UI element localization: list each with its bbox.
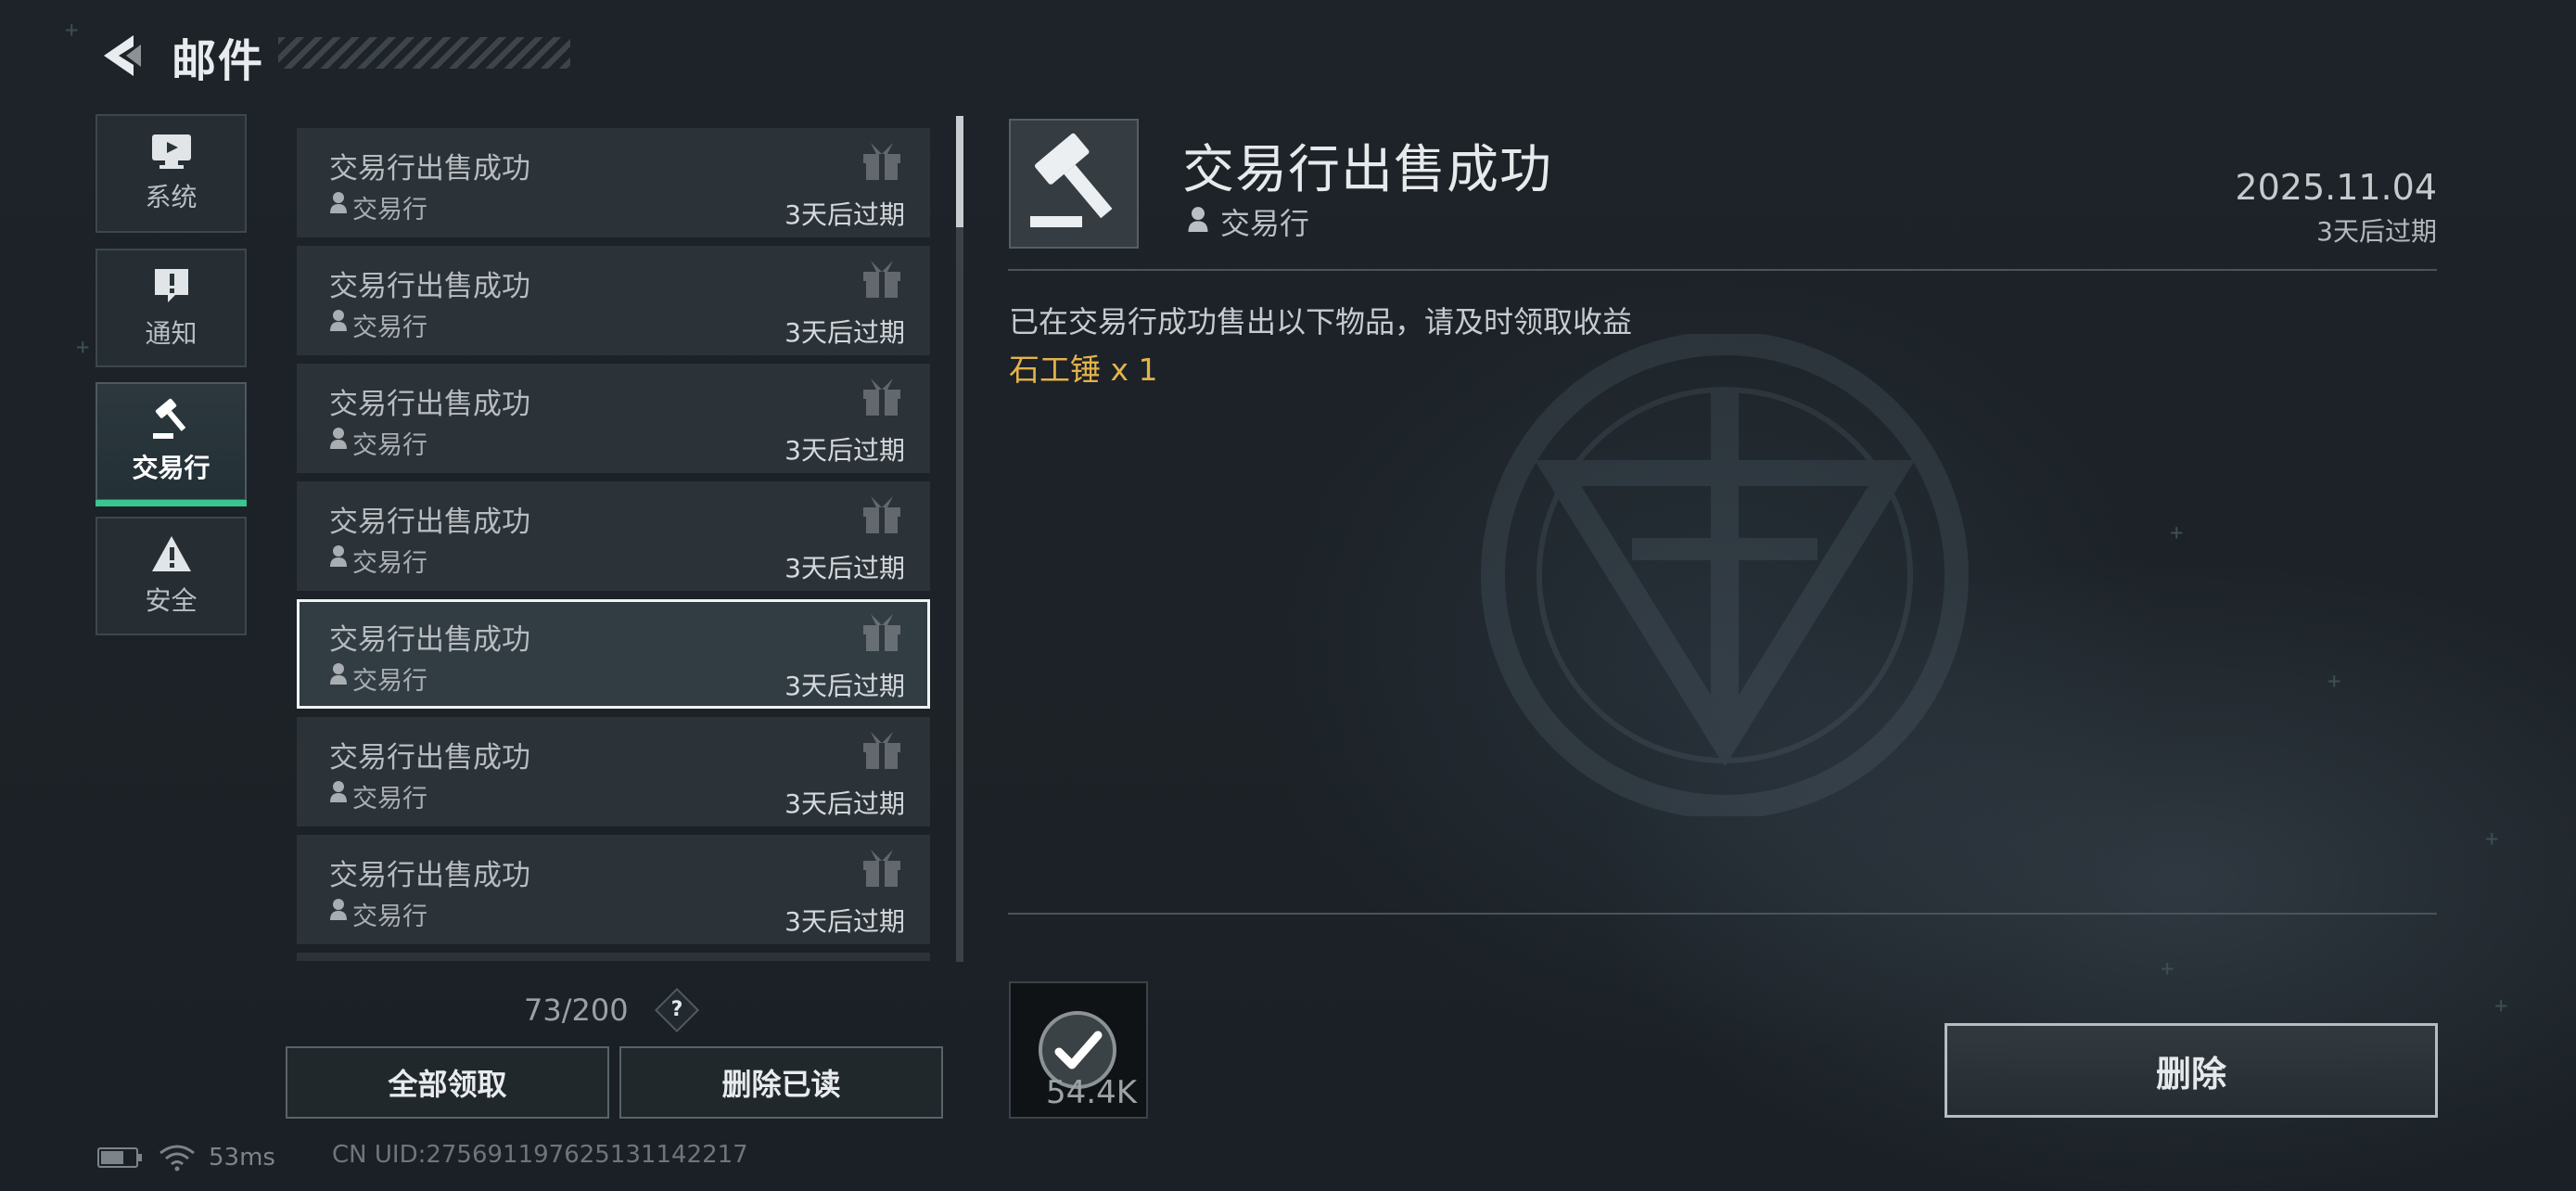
- divider: [1008, 913, 2437, 915]
- back-arrow-icon: [104, 35, 141, 76]
- mail-sender: 交易行: [352, 667, 427, 696]
- mail-expire: 3天后过期: [784, 317, 905, 348]
- category-label: 安全: [145, 585, 198, 616]
- battery-icon: [97, 1147, 142, 1168]
- claim-all-button[interactable]: 全部领取: [286, 1046, 609, 1119]
- mail-detail-body: 已在交易行成功售出以下物品，请及时领取收益: [1009, 304, 1633, 339]
- person-icon: [330, 899, 347, 920]
- mail-list-scrollbar-thumb[interactable]: [956, 116, 963, 227]
- mail-sender: 交易行: [352, 785, 427, 813]
- mail-screen: + + + + + + + 邮件 系统 通知 交易行 安全 交易行出售成功 交易…: [0, 0, 2576, 1191]
- question-mark-icon: ?: [670, 998, 683, 1021]
- grid-marker: +: [2485, 826, 2499, 852]
- monitor-icon: [151, 134, 191, 169]
- mail-detail-date: 2025.11.04: [2235, 167, 2437, 208]
- grid-marker: +: [2327, 668, 2341, 694]
- mail-expire: 3天后过期: [784, 435, 905, 466]
- category-label: 交易行: [132, 453, 210, 483]
- mail-list-item[interactable]: 交易行出售成功 交易行 3天后过期: [297, 128, 930, 237]
- mail-detail-sender: 交易行: [1220, 206, 1310, 241]
- mail-title: 交易行出售成功: [329, 388, 530, 421]
- gavel-icon: [1030, 133, 1113, 227]
- gift-icon: [863, 378, 900, 416]
- category-label: 通知: [145, 318, 198, 349]
- mail-sender: 交易行: [352, 196, 427, 224]
- mail-detail-expire: 3天后过期: [2316, 216, 2437, 247]
- warning-triangle-icon: [151, 536, 191, 571]
- user-uid: CN UID:275691197625131142217: [332, 1141, 748, 1169]
- gavel-icon: [152, 398, 185, 439]
- gift-icon: [863, 850, 900, 887]
- status-bar: 53ms: [97, 1139, 275, 1176]
- mail-expire: 3天后过期: [784, 553, 905, 583]
- mail-list-item[interactable]: 交易行出售成功 交易行 3天后过期: [297, 835, 930, 944]
- mail-detail-item-line: 石工锤 x 1: [1009, 352, 1158, 388]
- person-icon: [330, 545, 347, 567]
- mail-title: 交易行出售成功: [329, 623, 530, 657]
- mail-list-item-partial[interactable]: [297, 953, 930, 961]
- person-icon: [1188, 207, 1208, 232]
- category-label: 系统: [145, 182, 198, 212]
- mail-sender: 交易行: [352, 549, 427, 578]
- mail-list-item[interactable]: 交易行出售成功 交易行 3天后过期: [297, 246, 930, 355]
- delete-read-button[interactable]: 删除已读: [619, 1046, 943, 1119]
- mail-list-item[interactable]: 交易行出售成功 交易行 3天后过期: [297, 717, 930, 826]
- mail-title: 交易行出售成功: [329, 859, 530, 892]
- mail-list-item[interactable]: 交易行出售成功 交易行 3天后过期: [297, 481, 930, 591]
- mail-sender: 交易行: [352, 903, 427, 931]
- mail-title: 交易行出售成功: [329, 741, 530, 775]
- mail-capacity-counter: 73/200: [524, 992, 629, 1028]
- emblem-watermark: [1481, 334, 1969, 816]
- delete-mail-button[interactable]: 删除: [1945, 1023, 2438, 1118]
- mail-detail-title: 交易行出售成功: [1182, 140, 1552, 200]
- grid-marker: +: [65, 17, 79, 43]
- exclamation-bubble-icon: [154, 269, 188, 302]
- grid-marker: +: [2161, 955, 2174, 981]
- mail-title: 交易行出售成功: [329, 270, 530, 303]
- mail-expire: 3天后过期: [784, 199, 905, 230]
- network-ping: 53ms: [209, 1144, 275, 1172]
- gift-icon: [863, 496, 900, 533]
- mail-title: 交易行出售成功: [329, 506, 530, 539]
- mail-sender: 交易行: [352, 314, 427, 342]
- grid-marker: +: [2494, 992, 2508, 1018]
- page-title: 邮件: [172, 35, 265, 87]
- back-button[interactable]: [93, 28, 148, 83]
- mail-type-icon-box: [1009, 119, 1139, 249]
- category-tab-security[interactable]: 安全: [96, 517, 247, 635]
- person-icon: [330, 428, 347, 449]
- mail-sender: 交易行: [352, 431, 427, 460]
- category-tab-trade[interactable]: 交易行: [96, 382, 247, 506]
- category-tab-notice[interactable]: 通知: [96, 249, 247, 367]
- gift-icon: [863, 614, 900, 651]
- mail-list[interactable]: 交易行出售成功 交易行 3天后过期 交易行出售成功 交易行 3天后过期 交易行出…: [297, 128, 930, 961]
- person-icon: [330, 310, 347, 331]
- gift-icon: [863, 261, 900, 298]
- title-stripe-decoration: [278, 37, 570, 69]
- grid-marker: +: [2170, 519, 2184, 545]
- person-icon: [330, 663, 347, 685]
- mail-expire: 3天后过期: [784, 671, 905, 701]
- mail-list-scrollbar[interactable]: [956, 116, 963, 962]
- category-tab-system[interactable]: 系统: [96, 114, 247, 233]
- divider: [1008, 269, 2437, 271]
- mail-expire: 3天后过期: [784, 906, 905, 937]
- mail-list-item-selected[interactable]: 交易行出售成功 交易行 3天后过期: [297, 599, 930, 709]
- mail-title: 交易行出售成功: [329, 152, 530, 186]
- help-button[interactable]: ?: [654, 987, 700, 1033]
- person-icon: [330, 192, 347, 213]
- grid-marker: +: [76, 334, 90, 360]
- reward-amount: 54.4K: [1046, 1074, 1137, 1111]
- mail-list-item[interactable]: 交易行出售成功 交易行 3天后过期: [297, 364, 930, 473]
- gift-icon: [863, 732, 900, 769]
- mail-expire: 3天后过期: [784, 788, 905, 819]
- person-icon: [330, 781, 347, 802]
- gift-icon: [863, 143, 900, 180]
- wifi-icon: [159, 1145, 195, 1172]
